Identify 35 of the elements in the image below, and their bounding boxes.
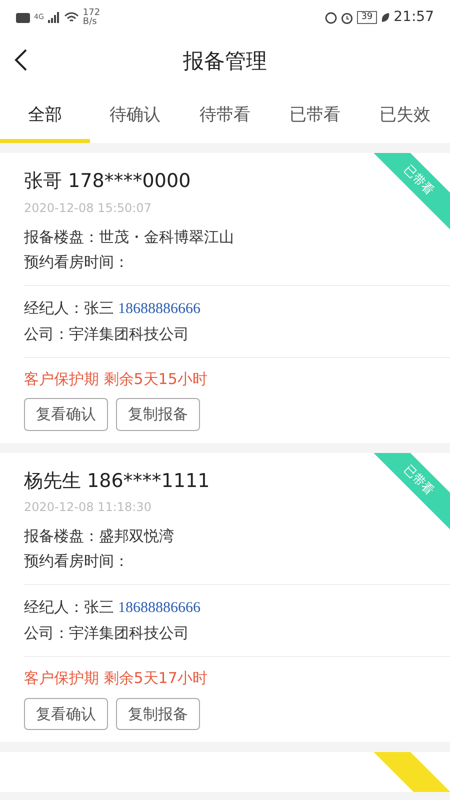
leaf-icon: [380, 12, 390, 23]
speed-unit: B/s: [82, 18, 98, 26]
tab[interactable]: 全部: [0, 88, 90, 143]
company-text: 公司：宇洋集团科技公司: [24, 324, 190, 344]
page-title: 报备管理: [183, 48, 267, 75]
action-button[interactable]: 复制报备: [116, 398, 200, 430]
signal-icon: [48, 12, 60, 23]
back-button[interactable]: [14, 47, 28, 72]
appointment-text: 预约看房时间：: [24, 252, 130, 272]
action-button[interactable]: 复制报备: [116, 698, 200, 730]
customer-name: 张哥 178****0000: [24, 169, 191, 194]
property-text: 报备楼盘：盛邦双悦湾: [24, 526, 175, 547]
customer-name: 杨先生 186****1111: [24, 468, 210, 494]
tab[interactable]: 已失效: [360, 88, 450, 143]
wifi-icon: [64, 12, 79, 23]
action-button[interactable]: 复看确认: [24, 398, 108, 430]
agent-phone-link[interactable]: 18688886666: [118, 300, 200, 316]
action-button[interactable]: 复看确认: [24, 698, 108, 730]
battery-indicator: 39: [357, 11, 377, 24]
agent-name: 经纪人：张三: [24, 598, 114, 616]
report-time: 2020-12-08 15:50:07: [24, 200, 152, 216]
agent-phone-link[interactable]: 18688886666: [118, 600, 200, 616]
appointment-text: 预约看房时间：: [24, 551, 130, 572]
tab[interactable]: 待带看: [180, 88, 270, 143]
alarm-icon: [341, 12, 354, 24]
tab[interactable]: 待确认: [90, 88, 180, 143]
speed-value: 172: [82, 8, 100, 18]
report-time: 2020-12-08 11:18:30: [24, 499, 152, 516]
status-time: 21:57: [394, 8, 434, 27]
tab[interactable]: 已带看: [270, 88, 360, 143]
company-text: 公司：宇洋集团科技公司: [24, 623, 190, 644]
protection-period: 客户保护期 剩余5天15小时: [24, 368, 208, 390]
property-text: 报备楼盘：世茂・金科博翠江山: [24, 226, 235, 248]
agent-name: 经纪人：张三: [24, 298, 114, 316]
protection-period: 客户保护期 剩余5天17小时: [24, 668, 208, 689]
